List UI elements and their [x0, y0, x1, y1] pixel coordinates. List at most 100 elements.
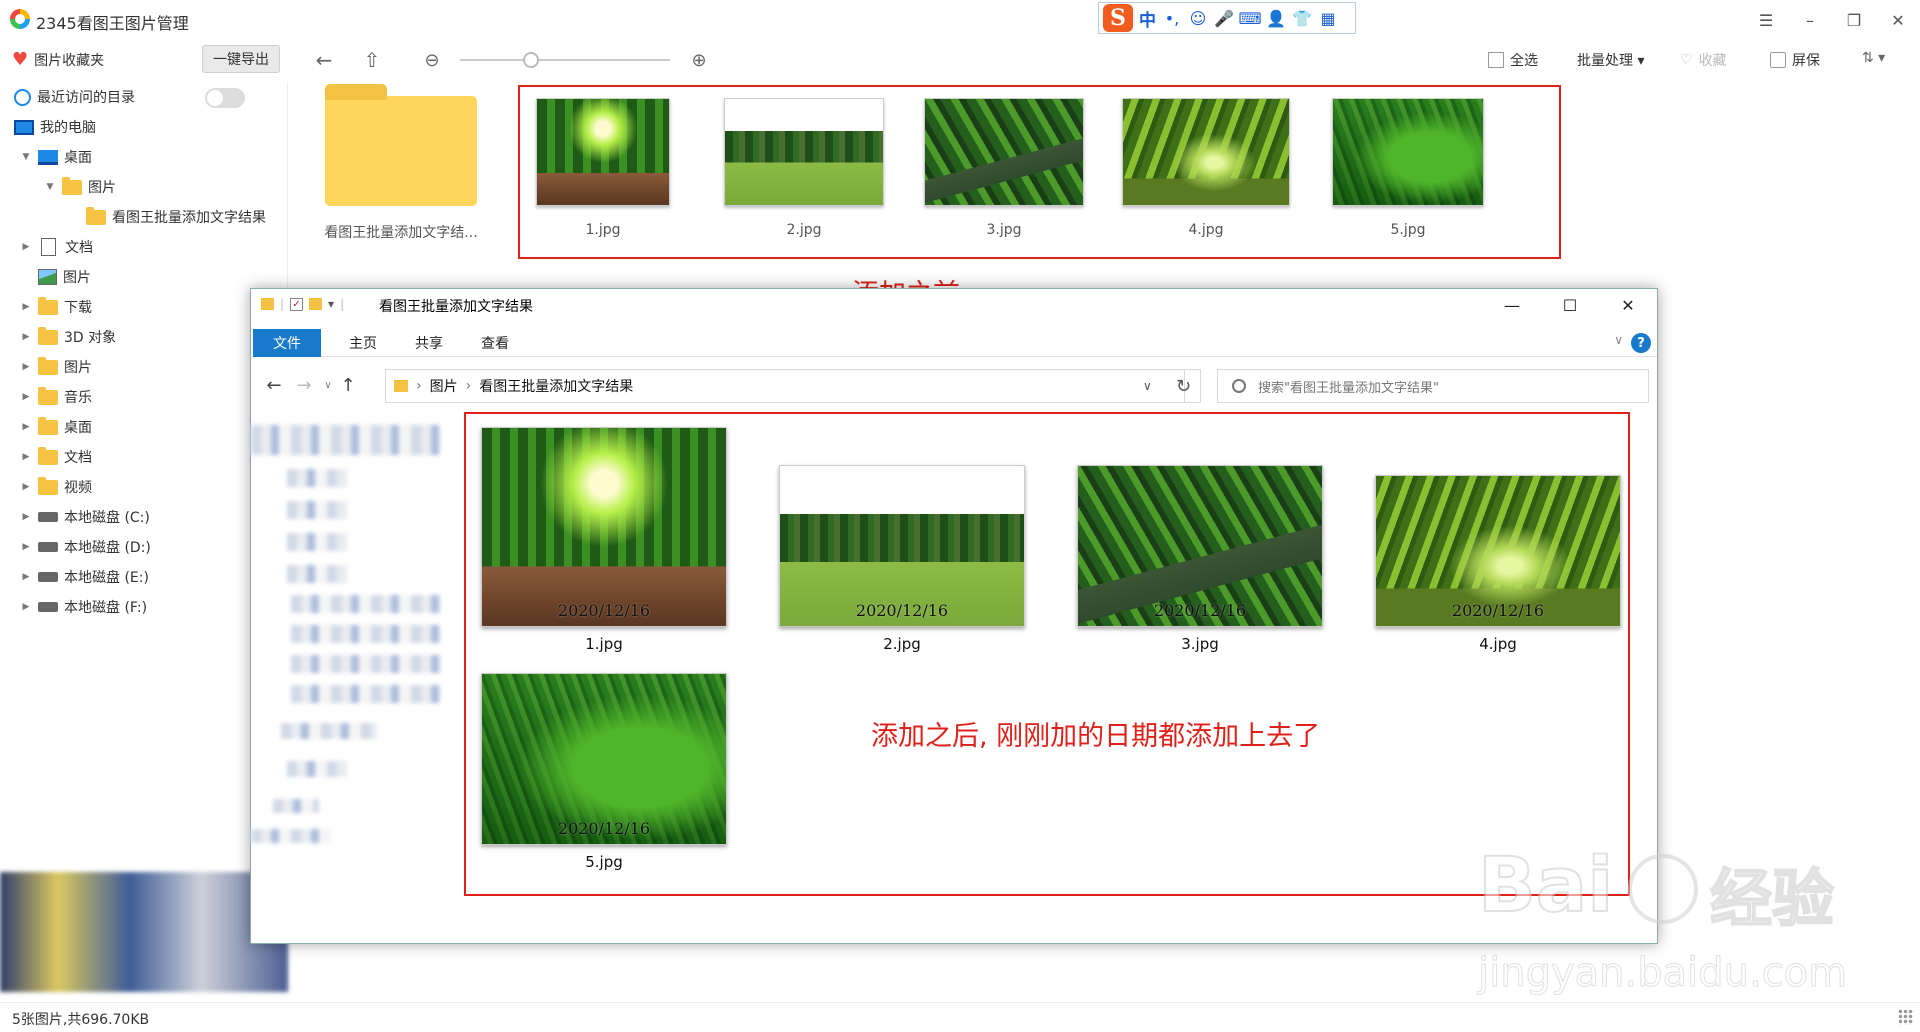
sidebar-item-documents-2[interactable]: ▶ 文档: [20, 445, 92, 469]
keyboard-icon[interactable]: ⌨: [1238, 8, 1261, 28]
up-arrow-icon[interactable]: ↑: [335, 373, 361, 397]
zoom-in-icon[interactable]: ⊕: [685, 46, 713, 74]
back-arrow-icon[interactable]: ←: [310, 46, 338, 74]
expand-arrow-icon[interactable]: ▶: [20, 512, 32, 522]
collect-button[interactable]: ♡ 收藏: [1680, 50, 1727, 70]
close-button[interactable]: ✕: [1876, 0, 1920, 40]
sidebar-item-pictures[interactable]: ▼ 图片: [44, 175, 116, 199]
sidebar-item-downloads[interactable]: ▶ 下载: [20, 295, 92, 319]
expand-arrow-icon[interactable]: ▼: [44, 182, 56, 192]
tab-share[interactable]: 共享: [397, 329, 461, 357]
zoom-slider-track[interactable]: [460, 59, 670, 61]
sidebar: 最近访问的目录 我的电脑 ▼ 桌面 ▼ 图片 看图王批量添加文字结果 ▶ 文档 …: [0, 82, 288, 992]
minimize-button[interactable]: —: [1483, 289, 1541, 321]
desktop-icon: [38, 149, 58, 165]
expand-arrow-icon[interactable]: ▼: [20, 152, 32, 162]
sidebar-item-drive-d[interactable]: ▶ 本地磁盘 (D:): [20, 535, 151, 559]
expand-arrow-icon[interactable]: ▶: [20, 242, 32, 252]
sidebar-item-label: 桌面: [64, 150, 92, 166]
picture-icon: [38, 269, 57, 285]
breadcrumb-item[interactable]: 看图王批量添加文字结果: [479, 376, 633, 396]
sidebar-item-pictures-2[interactable]: ▶ 图片: [20, 355, 92, 379]
sidebar-item-label: 本地磁盘 (E:): [64, 570, 149, 586]
address-bar[interactable]: › 图片 › 看图王批量添加文字结果: [385, 369, 1185, 403]
zoom-out-icon[interactable]: ⊖: [418, 46, 446, 74]
recent-toggle[interactable]: [205, 88, 245, 108]
ime-toolbar[interactable]: S 中 •, ☺ 🎤 ⌨ 👤 👕 ▦: [1098, 2, 1356, 34]
close-button[interactable]: ✕: [1599, 289, 1657, 321]
back-arrow-icon[interactable]: ←: [261, 373, 287, 397]
expand-arrow-icon[interactable]: ▶: [20, 422, 32, 432]
apps-grid-icon[interactable]: ▦: [1318, 8, 1338, 28]
tab-home[interactable]: 主页: [331, 329, 395, 357]
favorites-button[interactable]: ♥ 图片收藏夹: [12, 50, 104, 70]
sidebar-item-recent[interactable]: 最近访问的目录: [14, 85, 135, 109]
sidebar-item-drive-e[interactable]: ▶ 本地磁盘 (E:): [20, 565, 149, 589]
punctuation-icon[interactable]: •,: [1162, 8, 1182, 28]
expand-arrow-icon[interactable]: ▶: [20, 392, 32, 402]
sogou-logo-icon[interactable]: S: [1103, 4, 1133, 32]
new-folder-icon[interactable]: [309, 298, 323, 310]
emoji-icon[interactable]: ☺: [1188, 8, 1208, 28]
sidebar-item-videos[interactable]: ▶ 视频: [20, 475, 92, 499]
batch-process-button[interactable]: 批量处理 ▾: [1577, 50, 1644, 70]
help-icon[interactable]: ?: [1631, 333, 1651, 353]
sidebar-item-drive-f[interactable]: ▶ 本地磁盘 (F:): [20, 595, 148, 619]
breadcrumb-separator-icon: ›: [416, 378, 422, 394]
qa-dropdown-icon[interactable]: ▾: [328, 297, 334, 311]
properties-check-icon[interactable]: ✓: [290, 297, 304, 311]
forward-arrow-icon[interactable]: →: [291, 373, 317, 397]
folder-icon[interactable]: [261, 298, 274, 310]
minimize-button[interactable]: –: [1788, 0, 1832, 40]
folder-icon: [394, 380, 408, 392]
sidebar-item-images[interactable]: 图片: [20, 265, 91, 289]
blurred-nav-item: [287, 469, 347, 487]
select-all-checkbox[interactable]: 全选: [1488, 50, 1538, 70]
ime-mode-toggle[interactable]: 中: [1139, 6, 1156, 31]
folder-thumbnail[interactable]: [325, 84, 477, 206]
expand-arrow-icon[interactable]: ▶: [20, 362, 32, 372]
sidebar-item-label: 最近访问的目录: [37, 90, 135, 106]
search-box[interactable]: 搜索"看图王批量添加文字结果": [1217, 369, 1649, 403]
sidebar-item-desktop[interactable]: ▼ 桌面: [20, 145, 92, 169]
resize-grip-icon[interactable]: [1898, 1009, 1914, 1025]
menu-button[interactable]: ☰: [1744, 0, 1788, 40]
folder-icon: [86, 206, 106, 225]
chevron-down-icon[interactable]: ∨: [1614, 333, 1623, 347]
expand-arrow-icon[interactable]: ▶: [20, 542, 32, 552]
expand-arrow-icon[interactable]: ▶: [20, 332, 32, 342]
sidebar-item-documents[interactable]: ▶ 文档: [20, 235, 93, 259]
export-button[interactable]: 一键导出: [202, 45, 280, 73]
sidebar-item-drive-c[interactable]: ▶ 本地磁盘 (C:): [20, 505, 150, 529]
restore-button[interactable]: ❐: [1832, 0, 1876, 40]
sidebar-item-result-folder[interactable]: 看图王批量添加文字结果: [86, 205, 266, 229]
breadcrumb-item[interactable]: 图片: [430, 376, 458, 396]
sort-button[interactable]: ⇅ ▾: [1862, 50, 1885, 66]
expand-arrow-icon[interactable]: ▶: [20, 572, 32, 582]
microphone-icon[interactable]: 🎤: [1214, 8, 1234, 28]
sidebar-item-label: 我的电脑: [40, 120, 96, 136]
skin-icon[interactable]: 👕: [1292, 8, 1312, 28]
drive-icon: [38, 602, 58, 612]
screensaver-button[interactable]: 屏保: [1770, 50, 1820, 70]
expand-arrow-icon[interactable]: ▶: [20, 482, 32, 492]
user-icon[interactable]: 👤: [1266, 8, 1286, 28]
address-dropdown-icon[interactable]: ∨: [1143, 379, 1152, 393]
expand-arrow-icon[interactable]: ▶: [20, 602, 32, 612]
zoom-slider-handle[interactable]: [523, 52, 539, 68]
expand-arrow-icon[interactable]: ▶: [20, 302, 32, 312]
status-bar: 5张图片,共696.70KB: [0, 1002, 1920, 1032]
sidebar-item-desktop-2[interactable]: ▶ 桌面: [20, 415, 92, 439]
refresh-button[interactable]: ↻: [1167, 369, 1201, 403]
sidebar-item-3d-objects[interactable]: ▶ 3D 对象: [20, 325, 116, 349]
explorer-window-controls: — ☐ ✕: [1483, 289, 1657, 321]
blurred-nav-item: [291, 655, 441, 673]
expand-arrow-icon[interactable]: ▶: [20, 452, 32, 462]
sidebar-item-my-computer[interactable]: 我的电脑: [14, 115, 96, 139]
tab-view[interactable]: 查看: [463, 329, 527, 357]
up-folder-icon[interactable]: ⇧: [358, 46, 386, 74]
maximize-button[interactable]: ☐: [1541, 289, 1599, 321]
sidebar-item-label: 本地磁盘 (D:): [64, 540, 151, 556]
tab-file[interactable]: 文件: [253, 329, 321, 357]
sidebar-item-music[interactable]: ▶ 音乐: [20, 385, 92, 409]
